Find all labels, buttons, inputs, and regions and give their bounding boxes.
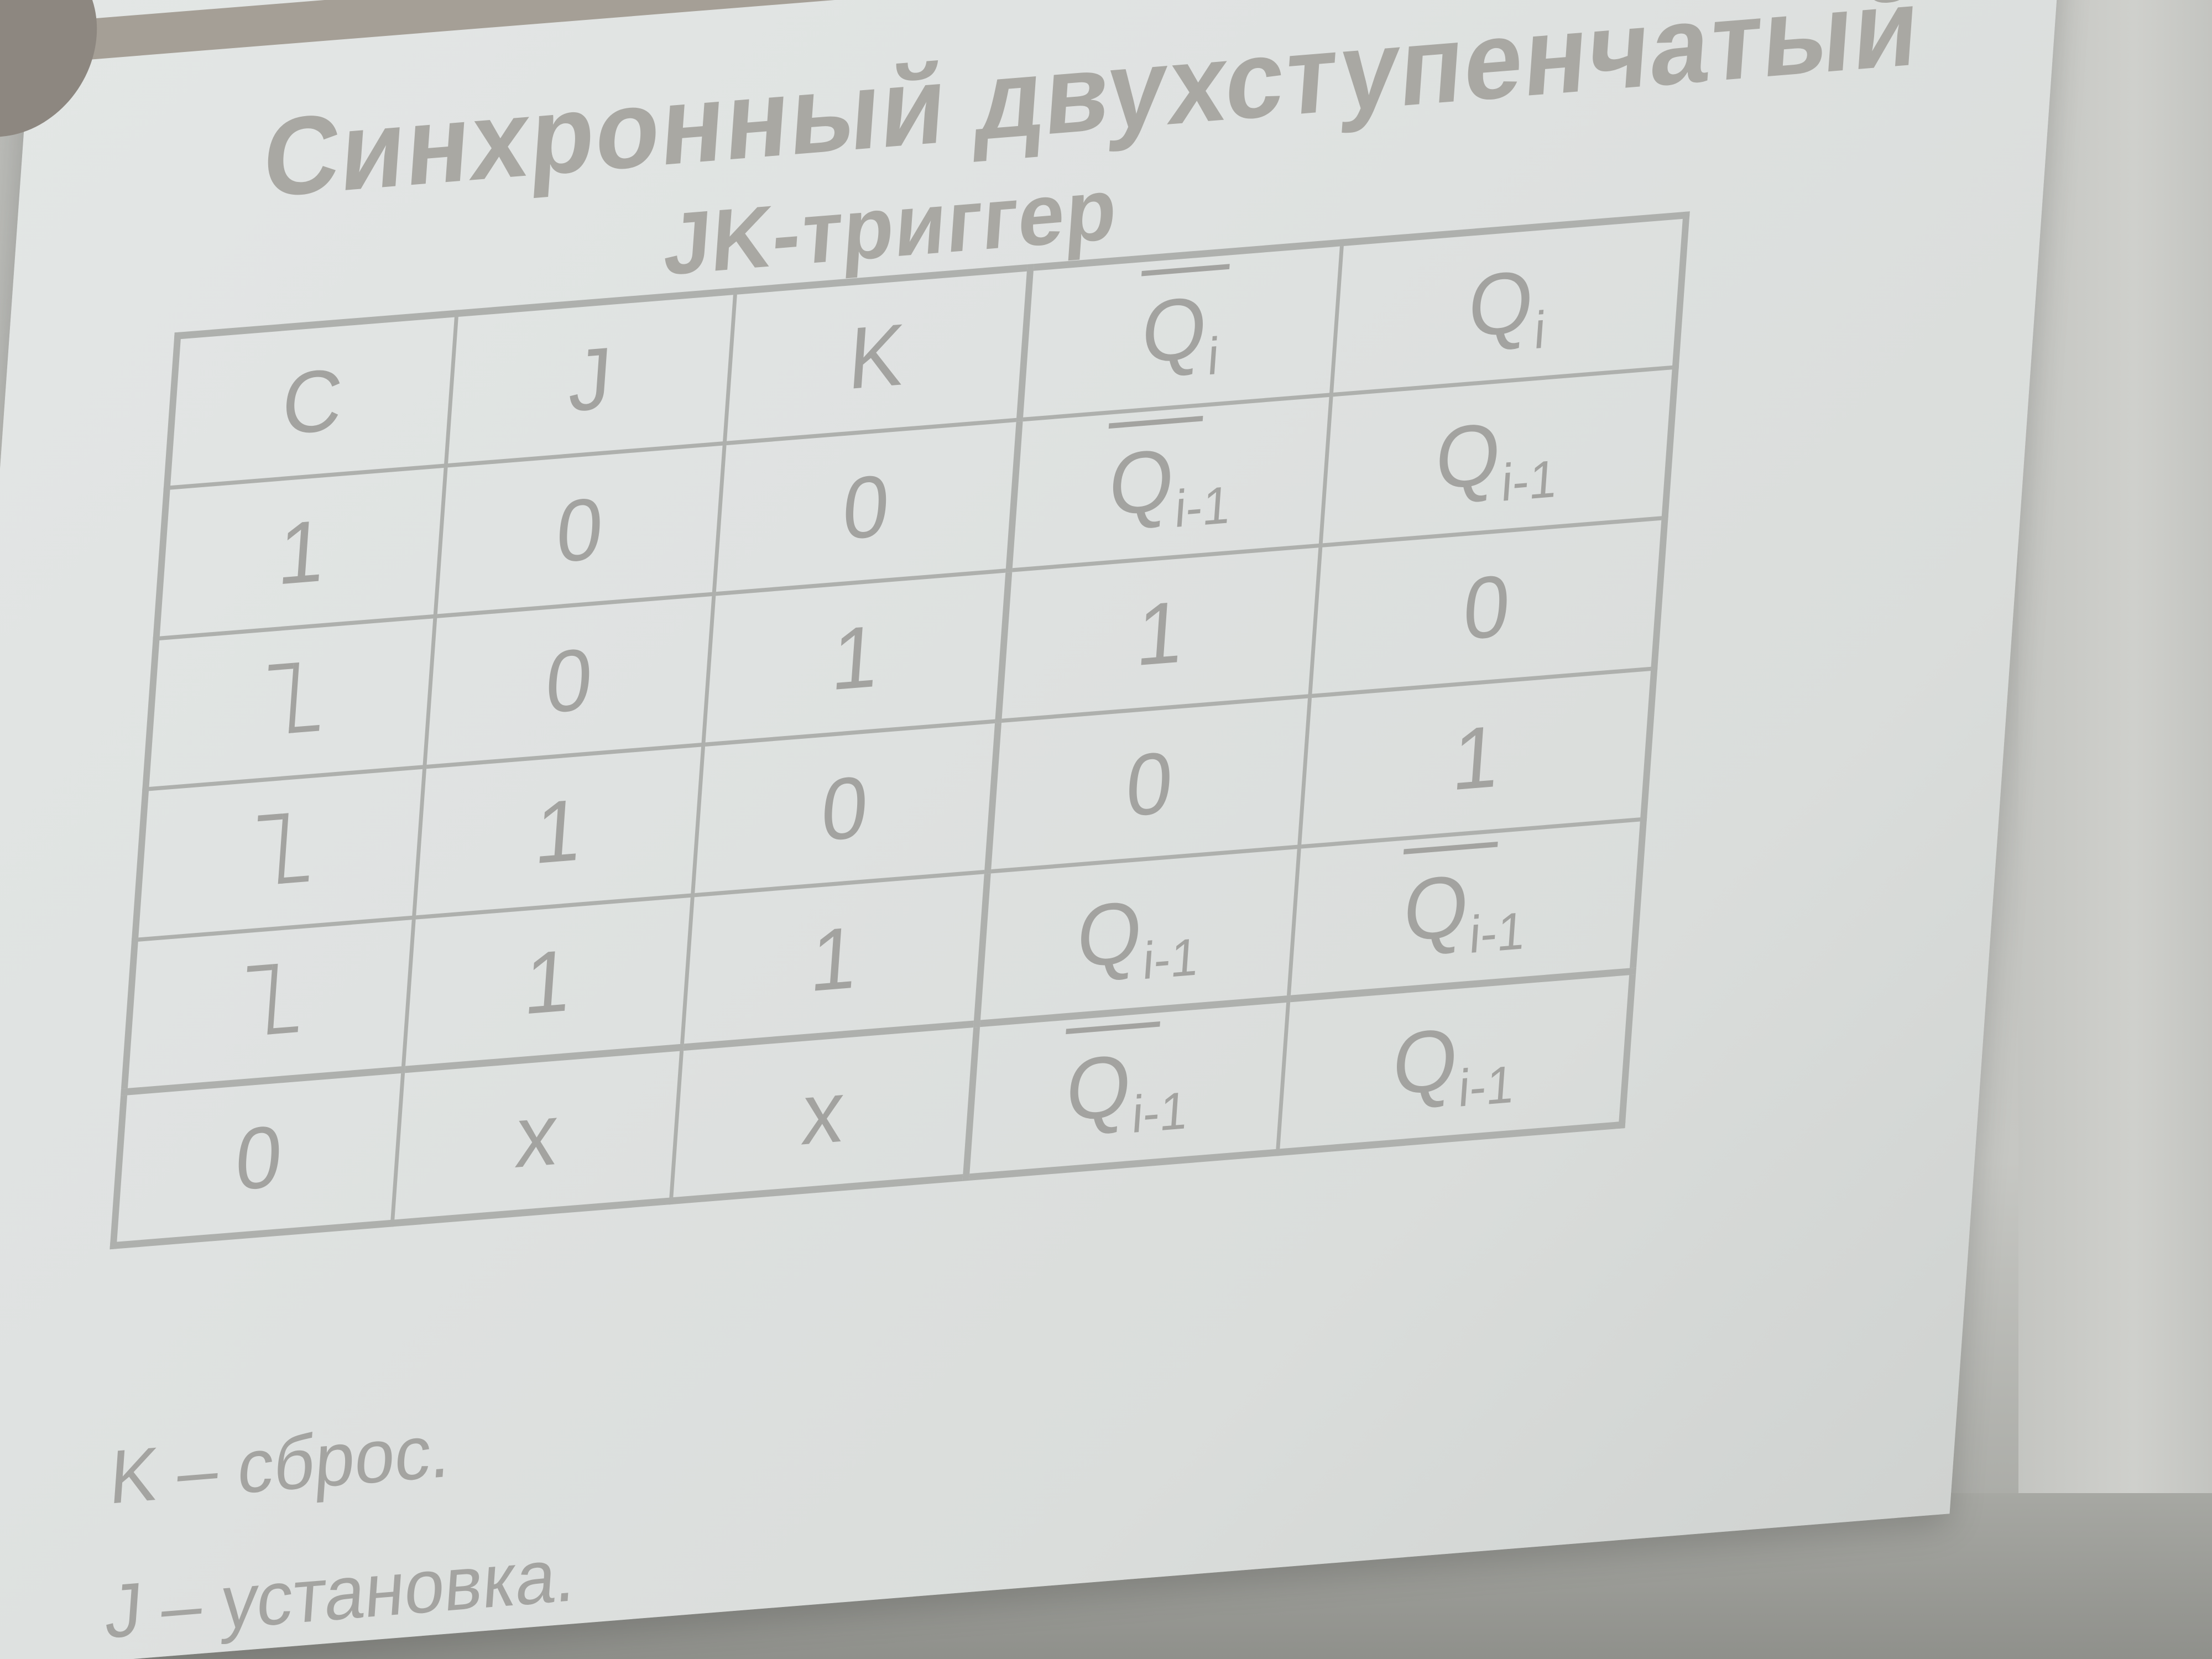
slide-corner-disc bbox=[0, 0, 103, 144]
falling-edge-icon bbox=[243, 962, 298, 1036]
cell-j: 1 bbox=[403, 895, 693, 1070]
header-qbar-i: Qi bbox=[1019, 242, 1342, 420]
cell-q: 0 bbox=[1310, 518, 1665, 696]
cell-qbar: 1 bbox=[998, 545, 1321, 721]
qbar-i-minus-1-symbol: Qi-1 bbox=[1062, 1035, 1193, 1146]
cell-q: Qi-1 bbox=[1320, 367, 1676, 546]
q-i-minus-1-symbol: Qi-1 bbox=[1389, 1009, 1516, 1118]
cell-qbar: 0 bbox=[987, 696, 1310, 872]
wall-background bbox=[2018, 0, 2212, 1659]
falling-edge-icon bbox=[264, 661, 319, 735]
qbar-i-symbol: Qi bbox=[1138, 278, 1224, 389]
cell-k: 1 bbox=[681, 872, 988, 1048]
cell-c bbox=[135, 766, 425, 940]
cell-k: 0 bbox=[692, 721, 999, 895]
truth-table: C J K Qi Qi 1 0 0 Qi-1 Qi-1 0 1 1 0 1 0 … bbox=[109, 211, 1690, 1250]
qbar-i-minus-1-symbol: Qi-1 bbox=[1400, 855, 1531, 967]
cell-c bbox=[124, 917, 414, 1092]
cell-qbar: Qi-1 bbox=[1009, 394, 1332, 571]
cell-j: 1 bbox=[414, 744, 703, 918]
qbar-i-minus-1-symbol: Qi-1 bbox=[1105, 430, 1236, 541]
cell-k: 0 bbox=[713, 419, 1020, 594]
note-k-reset: K – сброс. bbox=[107, 1407, 455, 1520]
cell-qbar: Qi-1 bbox=[977, 847, 1300, 1024]
cell-c: 1 bbox=[156, 466, 446, 639]
cell-j: x bbox=[392, 1047, 682, 1224]
photo-scene: Синхронный двухступенчатый JK-триггер C … bbox=[0, 0, 2212, 1659]
cell-q: 1 bbox=[1299, 668, 1655, 847]
cell-j: 0 bbox=[424, 594, 714, 767]
cell-q: Qi-1 bbox=[1277, 971, 1633, 1152]
q-i-symbol: Qi bbox=[1465, 251, 1548, 361]
cell-c: 0 bbox=[113, 1070, 403, 1246]
q-i-minus-1-symbol: Qi-1 bbox=[1073, 881, 1201, 991]
header-j: J bbox=[445, 291, 735, 466]
cell-q: Qi-1 bbox=[1288, 819, 1644, 999]
cell-j: 0 bbox=[435, 443, 724, 617]
header-q-i: Qi bbox=[1331, 215, 1687, 395]
header-c: C bbox=[166, 313, 457, 488]
falling-edge-icon bbox=[253, 811, 308, 885]
cell-c bbox=[145, 616, 435, 790]
cell-k: 1 bbox=[703, 570, 1009, 745]
projected-slide: Синхронный двухступенчатый JK-триггер C … bbox=[0, 0, 2068, 1659]
q-i-minus-1-symbol: Qi-1 bbox=[1432, 404, 1559, 513]
cell-k: x bbox=[671, 1024, 977, 1201]
header-k: K bbox=[724, 267, 1031, 444]
cell-qbar: Qi-1 bbox=[966, 999, 1288, 1178]
